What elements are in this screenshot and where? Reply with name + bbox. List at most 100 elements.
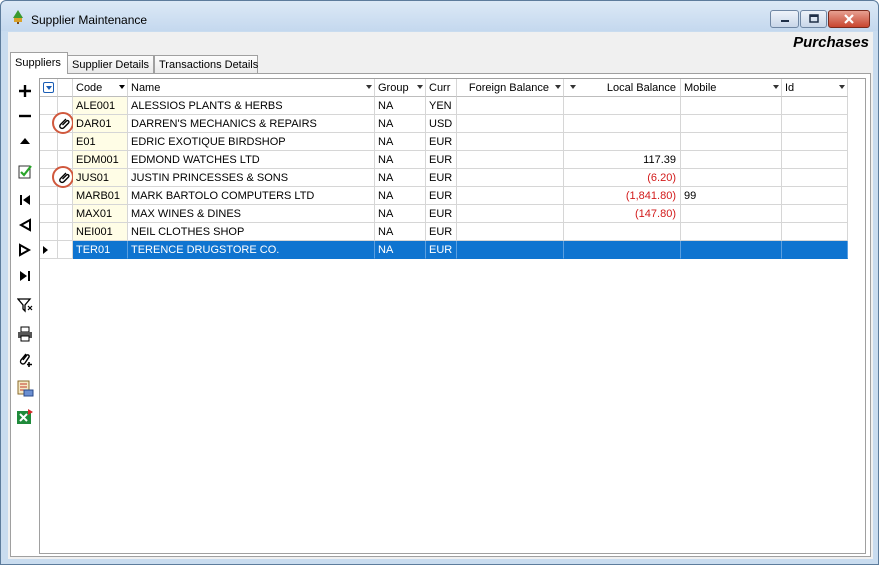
cell-id[interactable]: [782, 187, 848, 205]
add-attachment-button[interactable]: [16, 350, 34, 368]
cell-group[interactable]: NA: [375, 187, 426, 205]
minimize-button[interactable]: [770, 10, 799, 28]
sort-icon[interactable]: [119, 85, 125, 89]
tab-supplier-details[interactable]: Supplier Details: [67, 55, 154, 74]
dropdown-icon[interactable]: [570, 85, 576, 89]
cell-local[interactable]: (147.80): [564, 205, 681, 223]
cell-curr[interactable]: EUR: [426, 187, 457, 205]
cell-group[interactable]: NA: [375, 115, 426, 133]
cell-foreign[interactable]: [457, 115, 564, 133]
last-record-button[interactable]: [16, 267, 34, 285]
title-bar[interactable]: Supplier Maintenance: [1, 1, 878, 31]
cell-mobile[interactable]: [681, 169, 782, 187]
cell-group[interactable]: NA: [375, 241, 426, 259]
cell-id[interactable]: [782, 97, 848, 115]
cell-attach[interactable]: [52, 166, 74, 188]
cell-code[interactable]: EDM001: [73, 151, 128, 169]
cell-code[interactable]: ALE001: [73, 97, 128, 115]
close-button[interactable]: [828, 10, 870, 28]
column-header-id[interactable]: Id: [782, 79, 848, 97]
dropdown-icon[interactable]: [366, 85, 372, 89]
cell-code[interactable]: JUS01: [73, 169, 128, 187]
cell-name[interactable]: TERENCE DRUGSTORE CO.: [128, 241, 375, 259]
column-header-mobile[interactable]: Mobile: [681, 79, 782, 97]
cell-name[interactable]: EDMOND WATCHES LTD: [128, 151, 375, 169]
column-header-code[interactable]: Code: [73, 79, 128, 97]
cell-id[interactable]: [782, 115, 848, 133]
cell-curr[interactable]: EUR: [426, 241, 457, 259]
cell-code[interactable]: NEI001: [73, 223, 128, 241]
dropdown-icon[interactable]: [839, 85, 845, 89]
cell-attach[interactable]: [58, 187, 73, 205]
cell-ind[interactable]: [40, 97, 58, 115]
column-header-foreign-balance[interactable]: Foreign Balance: [457, 79, 564, 97]
cell-name[interactable]: NEIL CLOTHES SHOP: [128, 223, 375, 241]
column-header-local-balance[interactable]: Local Balance: [564, 79, 681, 97]
edit-record-button[interactable]: [16, 162, 34, 180]
cell-foreign[interactable]: [457, 97, 564, 115]
attachment-icon[interactable]: [52, 166, 74, 188]
cell-id[interactable]: [782, 205, 848, 223]
print-button[interactable]: [16, 325, 34, 343]
next-record-button[interactable]: [16, 241, 34, 259]
cell-ind[interactable]: [40, 151, 58, 169]
cell-foreign[interactable]: [457, 169, 564, 187]
suppliers-grid[interactable]: Code Name Group Curr Foreign Balance Loc…: [39, 78, 866, 554]
first-record-button[interactable]: [16, 191, 34, 209]
column-header-group[interactable]: Group: [375, 79, 426, 97]
move-up-button[interactable]: [16, 132, 34, 150]
cell-local[interactable]: (1,841.80): [564, 187, 681, 205]
cell-code[interactable]: E01: [73, 133, 128, 151]
cell-curr[interactable]: EUR: [426, 169, 457, 187]
cell-code[interactable]: MARB01: [73, 187, 128, 205]
prev-record-button[interactable]: [16, 216, 34, 234]
cell-group[interactable]: NA: [375, 205, 426, 223]
cell-mobile[interactable]: [681, 241, 782, 259]
delete-record-button[interactable]: [16, 107, 34, 125]
cell-ind[interactable]: [40, 133, 58, 151]
maximize-button[interactable]: [800, 10, 827, 28]
cell-foreign[interactable]: [457, 223, 564, 241]
cell-ind[interactable]: [40, 187, 58, 205]
table-row[interactable]: ALE001 ALESSIOS PLANTS & HERBS NA YEN: [40, 97, 848, 115]
cell-group[interactable]: NA: [375, 97, 426, 115]
cell-name[interactable]: EDRIC EXOTIQUE BIRDSHOP: [128, 133, 375, 151]
cell-id[interactable]: [782, 169, 848, 187]
table-row[interactable]: MAX01 MAX WINES & DINES NA EUR (147.80): [40, 205, 848, 223]
cell-local[interactable]: [564, 115, 681, 133]
dropdown-icon[interactable]: [555, 85, 561, 89]
cell-curr[interactable]: EUR: [426, 133, 457, 151]
cell-mobile[interactable]: [681, 133, 782, 151]
cell-local[interactable]: [564, 223, 681, 241]
table-row[interactable]: JUS01 JUSTIN PRINCESSES & SONS NA EUR (6.20): [40, 166, 848, 188]
cell-mobile[interactable]: [681, 223, 782, 241]
cell-curr[interactable]: YEN: [426, 97, 457, 115]
cell-mobile[interactable]: [681, 115, 782, 133]
cell-mobile[interactable]: [681, 97, 782, 115]
cell-id[interactable]: [782, 151, 848, 169]
cell-attach[interactable]: [58, 241, 73, 259]
cell-id[interactable]: [782, 133, 848, 151]
cell-curr[interactable]: EUR: [426, 151, 457, 169]
tab-transactions-details[interactable]: Transactions Details: [154, 55, 258, 74]
cell-code[interactable]: DAR01: [73, 115, 128, 133]
cell-foreign[interactable]: [457, 205, 564, 223]
cell-foreign[interactable]: [457, 151, 564, 169]
filter-menu-cell[interactable]: [40, 79, 58, 97]
cell-local[interactable]: [564, 241, 681, 259]
tab-suppliers[interactable]: Suppliers: [10, 52, 68, 74]
table-row[interactable]: E01 EDRIC EXOTIQUE BIRDSHOP NA EUR: [40, 133, 848, 151]
cell-name[interactable]: JUSTIN PRINCESSES & SONS: [128, 169, 375, 187]
cell-name[interactable]: DARREN'S MECHANICS & REPAIRS: [128, 115, 375, 133]
cell-local[interactable]: [564, 97, 681, 115]
cell-foreign[interactable]: [457, 133, 564, 151]
cell-foreign[interactable]: [457, 187, 564, 205]
cell-id[interactable]: [782, 241, 848, 259]
cell-name[interactable]: MARK BARTOLO COMPUTERS LTD: [128, 187, 375, 205]
cell-name[interactable]: ALESSIOS PLANTS & HERBS: [128, 97, 375, 115]
add-record-button[interactable]: [16, 82, 34, 100]
cell-ind[interactable]: [40, 205, 58, 223]
cell-code[interactable]: MAX01: [73, 205, 128, 223]
cell-curr[interactable]: EUR: [426, 205, 457, 223]
cell-attach[interactable]: [52, 112, 74, 134]
